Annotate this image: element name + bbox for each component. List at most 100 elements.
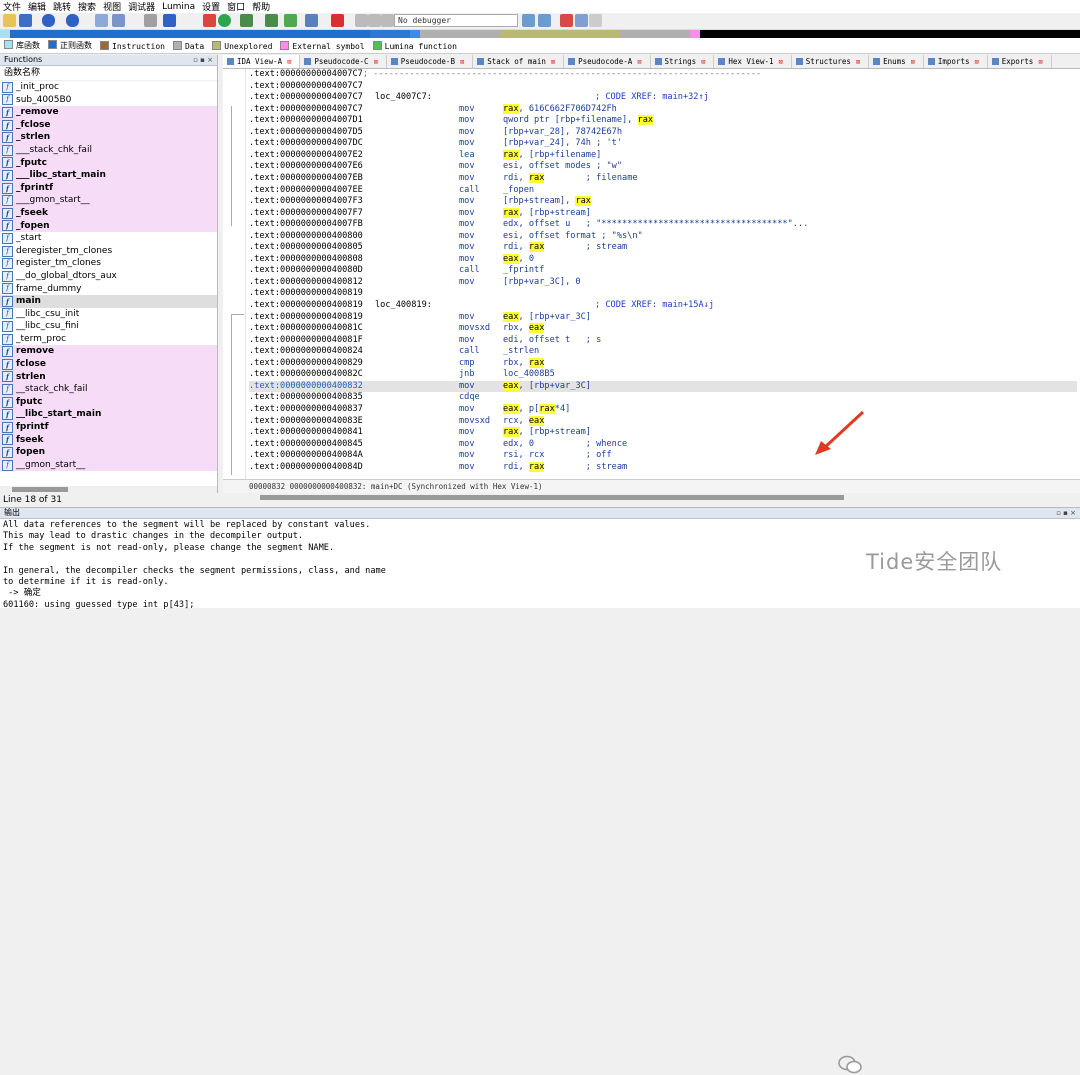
- menu-item-9[interactable]: 帮助: [252, 0, 270, 13]
- debugger-select[interactable]: No debugger: [394, 14, 518, 27]
- function-row[interactable]: f fprintf: [0, 421, 217, 434]
- code-line[interactable]: .text:00000000004007F3 mov [rbp+stream], r…: [249, 196, 1077, 208]
- code-line[interactable]: .text:00000000004007C7: [249, 81, 1077, 93]
- function-row[interactable]: f _fopen: [0, 219, 217, 233]
- open-file-icon[interactable]: [3, 14, 16, 27]
- tools-icon[interactable]: [144, 14, 157, 27]
- forward-arrow-icon[interactable]: [66, 14, 79, 27]
- function-row[interactable]: f register_tm_clones: [0, 257, 217, 270]
- code-line[interactable]: .text:000000000040081C movsxd rbx, eax: [249, 323, 1077, 335]
- code-line[interactable]: .text:0000000000400808 mov eax, 0: [249, 253, 1077, 266]
- function-row[interactable]: f sub_4005B0: [0, 94, 217, 107]
- functions-column-header[interactable]: 函数名称: [0, 66, 217, 81]
- tab-close-icon[interactable]: ⊠: [1038, 58, 1042, 66]
- play-icon[interactable]: [355, 14, 368, 27]
- function-row[interactable]: f main: [0, 295, 217, 308]
- function-row[interactable]: f __libc_start_main: [0, 408, 217, 422]
- tab-close-icon[interactable]: ⊠: [460, 58, 464, 66]
- function-row[interactable]: f __libc_csu_fini: [0, 320, 217, 333]
- lumina-x-icon[interactable]: [589, 14, 602, 27]
- function-row[interactable]: f ___libc_start_main: [0, 169, 217, 182]
- code-line[interactable]: .text:00000000004007EE call _fopen: [249, 185, 1077, 197]
- code-line[interactable]: .text:000000000040084A mov rsi, rcx ; off: [249, 450, 1077, 462]
- code-line[interactable]: .text:00000000004007EB mov rdi, rax ; file…: [249, 172, 1077, 185]
- function-row[interactable]: f _term_proc: [0, 333, 217, 346]
- code-line[interactable]: .text:00000000004007E6 mov esi, offset mod…: [249, 161, 1077, 173]
- back-arrow-icon[interactable]: [42, 14, 55, 27]
- code-line[interactable]: .text:0000000000400800 mov esi, offset for…: [249, 231, 1077, 243]
- tab-exports[interactable]: Exports ⊠: [988, 55, 1052, 68]
- function-row[interactable]: f fseek: [0, 433, 217, 447]
- function-row[interactable]: f remove: [0, 345, 217, 359]
- save-icon[interactable]: [19, 14, 32, 27]
- add-icon[interactable]: [284, 14, 297, 27]
- function-row[interactable]: f ___stack_chk_fail: [0, 143, 217, 157]
- menu-item-0[interactable]: 文件: [3, 0, 21, 13]
- code-line[interactable]: .text:000000000040080D call _fprintf: [249, 265, 1077, 277]
- tab-stack-of-main[interactable]: Stack of main ⊠: [473, 55, 565, 68]
- tab-close-icon[interactable]: ⊠: [287, 58, 291, 66]
- debug-step-icon[interactable]: [522, 14, 535, 27]
- function-row[interactable]: f _start: [0, 232, 217, 245]
- function-row[interactable]: f _fprintf: [0, 181, 217, 195]
- ida-view-disassembly[interactable]: .text:00000000004007C7; ----------------…: [223, 69, 1080, 479]
- code-line[interactable]: .text:00000000004007E2 lea rax, [rbp+filen…: [249, 149, 1077, 162]
- function-row[interactable]: f __do_global_dtors_aux: [0, 270, 217, 283]
- functions-hscrollbar[interactable]: [0, 486, 217, 493]
- tab-hex-view-1[interactable]: Hex View-1 ⊠: [714, 55, 792, 68]
- lumina-pull-icon[interactable]: [560, 14, 573, 27]
- code-label[interactable]: loc_400819:: [375, 300, 432, 312]
- tab-close-icon[interactable]: ⊠: [701, 58, 705, 66]
- tab-close-icon[interactable]: ⊠: [779, 58, 783, 66]
- function-row[interactable]: f _fclose: [0, 118, 217, 132]
- code-xref-comment[interactable]: ; CODE XREF: main+15A↓j: [595, 300, 714, 312]
- function-row[interactable]: f fputc: [0, 395, 217, 409]
- function-row[interactable]: f __gmon_start__: [0, 458, 217, 472]
- function-row[interactable]: f fclose: [0, 358, 217, 371]
- tab-imports[interactable]: Imports ⊠: [924, 55, 988, 68]
- code-line[interactable]: .text:00000000004007C7; ----------------…: [249, 69, 1077, 81]
- code-line[interactable]: .text:00000000004007F7 mov rax, [rbp+strea…: [249, 207, 1077, 220]
- code-line[interactable]: .text:00000000004007C7 loc_4007C7: ; CODE …: [249, 92, 1077, 104]
- tab-close-icon[interactable]: ⊠: [856, 58, 860, 66]
- menu-item-8[interactable]: 窗口: [227, 0, 245, 13]
- tab-structures[interactable]: Structures ⊠: [792, 55, 870, 68]
- edit-icon[interactable]: [305, 14, 318, 27]
- binary-icon[interactable]: [112, 14, 125, 27]
- output-panel-controls-icon[interactable]: ▫ ▪ ×: [1056, 508, 1076, 518]
- code-line[interactable]: .text:0000000000400832 mov eax, [rbp+var_3…: [249, 380, 1077, 393]
- code-line[interactable]: .text:0000000000400819 loc_400819: ; CODE …: [249, 300, 1077, 312]
- code-line[interactable]: .text:000000000040081F mov edi, offset t ;…: [249, 335, 1077, 347]
- code-line[interactable]: .text:00000000004007C7 mov rax, 616C662F70…: [249, 103, 1077, 116]
- function-row[interactable]: f ___gmon_start__: [0, 194, 217, 207]
- menu-item-6[interactable]: Lumina: [162, 2, 195, 12]
- code-line[interactable]: .text:0000000000400845 mov edx, 0 ; whence: [249, 439, 1077, 451]
- function-row[interactable]: f _fputc: [0, 156, 217, 170]
- panel-controls-icon[interactable]: ▫ ▪ ×: [193, 55, 213, 65]
- code-line[interactable]: .text:0000000000400841 mov rax, [rbp+strea…: [249, 427, 1077, 439]
- tab-close-icon[interactable]: ⊠: [637, 58, 641, 66]
- down-arrow-icon[interactable]: [163, 14, 176, 27]
- tab-ida-view-a[interactable]: IDA View-A ⊠: [223, 55, 301, 68]
- function-row[interactable]: f _fseek: [0, 206, 217, 220]
- function-row[interactable]: f __libc_csu_init: [0, 308, 217, 321]
- menu-item-1[interactable]: 编辑: [28, 0, 46, 13]
- code-line[interactable]: .text:0000000000400819: [249, 288, 1077, 300]
- menu-item-5[interactable]: 调试器: [128, 0, 155, 13]
- function-row[interactable]: f _strlen: [0, 131, 217, 144]
- menu-item-2[interactable]: 跳转: [53, 0, 71, 13]
- tab-close-icon[interactable]: ⊠: [911, 58, 915, 66]
- code-line[interactable]: .text:0000000000400812 mov [rbp+var_3C], 0: [249, 277, 1077, 289]
- code-line[interactable]: .text:00000000004007DC mov [rbp+var_24], 7…: [249, 138, 1077, 150]
- code-line[interactable]: .text:0000000000400829 cmp rbx, rax: [249, 357, 1077, 370]
- navigation-band[interactable]: [0, 30, 1080, 38]
- code-xref-comment[interactable]: ; CODE XREF: main+32↑j: [595, 92, 709, 104]
- menu-item-3[interactable]: 搜索: [78, 0, 96, 13]
- function-row[interactable]: f _remove: [0, 106, 217, 119]
- function-row[interactable]: f _init_proc: [0, 81, 217, 94]
- copy-icon[interactable]: [95, 14, 108, 27]
- code-line[interactable]: .text:00000000004007D5 mov [rbp+var_28], 7…: [249, 127, 1077, 139]
- lumina-push-icon[interactable]: [575, 14, 588, 27]
- function-row[interactable]: f deregister_tm_clones: [0, 245, 217, 258]
- tab-pseudocode-c[interactable]: Pseudocode-C ⊠: [300, 55, 387, 68]
